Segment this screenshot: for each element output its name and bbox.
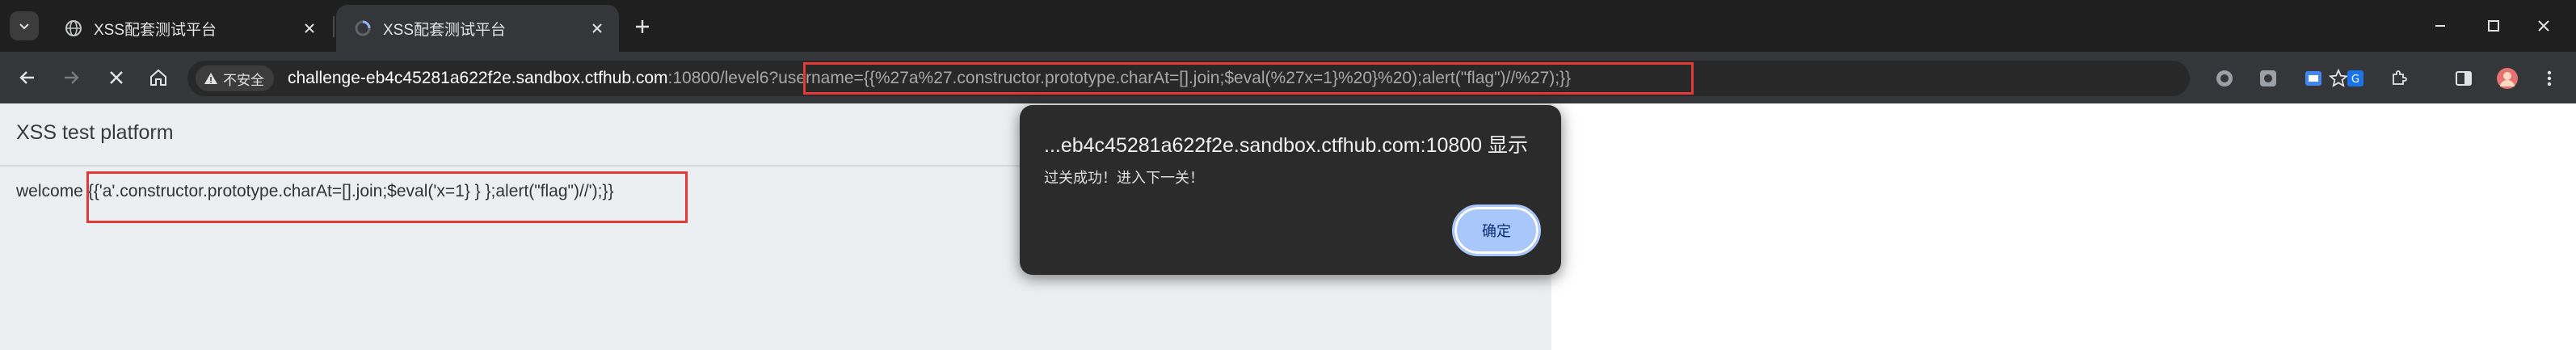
shield-extension-icon xyxy=(2260,70,2276,86)
puzzle-icon xyxy=(2393,70,2407,85)
side-panel-button[interactable] xyxy=(2452,66,2476,91)
stop-icon xyxy=(110,71,123,84)
extension-button[interactable] xyxy=(2301,66,2326,91)
welcome-prefix: welcome xyxy=(16,182,88,200)
maximize-button[interactable] xyxy=(2477,10,2510,42)
browser-menu-button[interactable] xyxy=(2537,66,2561,91)
extension-button[interactable] xyxy=(2256,66,2280,91)
menu-icon xyxy=(2547,70,2552,86)
tab-strip: XSS配套测试平台 XSS配套测试平台 xyxy=(0,0,2576,52)
chevron-down-icon xyxy=(19,23,29,30)
home-icon xyxy=(150,69,166,86)
svg-text:G: G xyxy=(2351,74,2359,86)
dialog-title: ...eb4c45281a622f2e.sandbox.ctfhub.com:1… xyxy=(1044,134,1529,157)
tab-list-button[interactable] xyxy=(10,11,39,40)
translate-icon: G xyxy=(2347,70,2363,86)
stop-button[interactable] xyxy=(102,63,131,92)
new-tab-button[interactable] xyxy=(629,13,656,40)
dialog-ok-button[interactable]: 确定 xyxy=(1452,205,1541,256)
forward-button[interactable] xyxy=(57,63,86,92)
tab-xss-1[interactable]: XSS配套测试平台 xyxy=(47,5,331,52)
avatar xyxy=(2497,68,2518,89)
tab-xss-2[interactable]: XSS配套测试平台 xyxy=(336,5,619,52)
close-icon xyxy=(592,23,602,33)
tab-title: XSS配套测试平台 xyxy=(383,21,507,39)
dialog-message: 过关成功！进入下一关！ xyxy=(1044,170,1204,186)
tab-close-button[interactable] xyxy=(299,18,320,39)
tab-separator xyxy=(333,16,335,37)
sidebar-icon xyxy=(2456,71,2472,86)
security-label: 不安全 xyxy=(223,72,264,88)
minimize-icon xyxy=(2435,25,2445,27)
profile-button[interactable] xyxy=(2495,66,2519,91)
window-close-icon xyxy=(2538,20,2549,32)
blue-extension-icon xyxy=(2305,71,2321,86)
warning-icon xyxy=(204,73,217,84)
page-title: XSS test platform xyxy=(16,121,174,144)
home-button[interactable] xyxy=(144,63,173,92)
plus-icon xyxy=(636,20,649,33)
minimize-button[interactable] xyxy=(2424,10,2456,42)
record-icon xyxy=(2216,70,2233,86)
extension-button[interactable] xyxy=(2212,66,2237,91)
maximize-icon xyxy=(2488,20,2499,32)
security-chip[interactable]: 不安全 xyxy=(196,65,274,91)
back-button[interactable] xyxy=(13,63,42,92)
tab-title: XSS配套测试平台 xyxy=(94,21,217,39)
url-host: challenge-eb4c45281a622f2e.sandbox.ctfhu… xyxy=(288,69,668,87)
globe-icon xyxy=(65,20,82,36)
extensions-menu-button[interactable] xyxy=(2387,66,2411,91)
back-icon xyxy=(19,71,34,84)
window-close-button[interactable] xyxy=(2528,10,2560,42)
loading-icon xyxy=(355,20,371,36)
forward-icon xyxy=(65,71,79,84)
url-port-path: :10800/level6 xyxy=(667,69,769,87)
tab-close-button[interactable] xyxy=(587,18,608,39)
alert-dialog: ...eb4c45281a622f2e.sandbox.ctfhub.com:1… xyxy=(1020,105,1561,275)
payload-highlight xyxy=(86,171,688,223)
close-icon xyxy=(305,23,314,33)
extension-button[interactable]: G xyxy=(2343,66,2368,91)
url-query-highlight xyxy=(803,62,1694,95)
